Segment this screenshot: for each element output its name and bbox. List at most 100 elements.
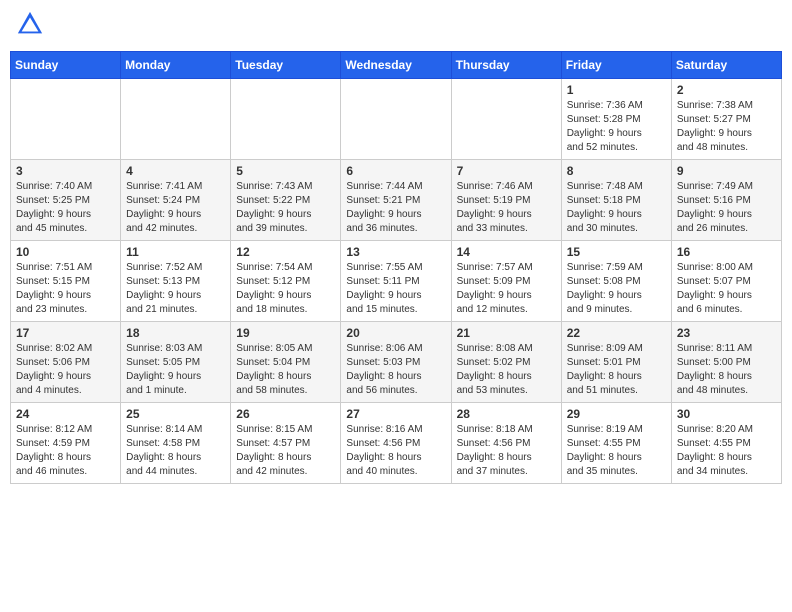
day-info: Sunrise: 7:59 AM Sunset: 5:08 PM Dayligh… <box>567 261 666 317</box>
day-number: 13 <box>346 245 445 259</box>
day-info: Sunrise: 8:15 AM Sunset: 4:57 PM Dayligh… <box>236 423 335 479</box>
calendar-day-16: 16 Sunrise: 8:00 AM Sunset: 5:07 PM Dayli… <box>671 240 781 321</box>
calendar-empty-cell <box>11 78 121 159</box>
day-number: 19 <box>236 326 335 340</box>
calendar-day-26: 26 Sunrise: 8:15 AM Sunset: 4:57 PM Dayli… <box>231 402 341 483</box>
calendar-empty-cell <box>451 78 561 159</box>
page-header <box>10 10 782 43</box>
day-info: Sunrise: 7:36 AM Sunset: 5:28 PM Dayligh… <box>567 99 666 155</box>
calendar-day-7: 7 Sunrise: 7:46 AM Sunset: 5:19 PM Daylig… <box>451 159 561 240</box>
calendar-day-4: 4 Sunrise: 7:41 AM Sunset: 5:24 PM Daylig… <box>121 159 231 240</box>
day-number: 16 <box>677 245 776 259</box>
day-info: Sunrise: 8:03 AM Sunset: 5:05 PM Dayligh… <box>126 342 225 398</box>
day-number: 30 <box>677 407 776 421</box>
day-info: Sunrise: 7:38 AM Sunset: 5:27 PM Dayligh… <box>677 99 776 155</box>
calendar-day-5: 5 Sunrise: 7:43 AM Sunset: 5:22 PM Daylig… <box>231 159 341 240</box>
calendar-empty-cell <box>121 78 231 159</box>
day-number: 27 <box>346 407 445 421</box>
day-number: 20 <box>346 326 445 340</box>
day-number: 6 <box>346 164 445 178</box>
day-number: 22 <box>567 326 666 340</box>
calendar-day-15: 15Sunrise: 7:59 AM Sunset: 5:08 PM Dayli… <box>561 240 671 321</box>
weekday-header-tuesday: Tuesday <box>231 51 341 78</box>
day-number: 14 <box>457 245 556 259</box>
day-info: Sunrise: 8:16 AM Sunset: 4:56 PM Dayligh… <box>346 423 445 479</box>
calendar-day-11: 11 Sunrise: 7:52 AM Sunset: 5:13 PM Dayli… <box>121 240 231 321</box>
day-number: 28 <box>457 407 556 421</box>
day-number: 9 <box>677 164 776 178</box>
weekday-header-thursday: Thursday <box>451 51 561 78</box>
day-info: Sunrise: 8:11 AM Sunset: 5:00 PM Dayligh… <box>677 342 776 398</box>
day-number: 24 <box>16 407 115 421</box>
calendar-week-2: 3 Sunrise: 7:40 AM Sunset: 5:25 PM Daylig… <box>11 159 782 240</box>
calendar-day-30: 30 Sunrise: 8:20 AM Sunset: 4:55 PM Dayli… <box>671 402 781 483</box>
day-number: 17 <box>16 326 115 340</box>
day-number: 1 <box>567 83 666 97</box>
calendar-day-8: 8Sunrise: 7:48 AM Sunset: 5:18 PM Daylig… <box>561 159 671 240</box>
logo-icon <box>16 10 44 38</box>
day-info: Sunrise: 7:55 AM Sunset: 5:11 PM Dayligh… <box>346 261 445 317</box>
weekday-header-sunday: Sunday <box>11 51 121 78</box>
calendar-empty-cell <box>341 78 451 159</box>
calendar-day-10: 10Sunrise: 7:51 AM Sunset: 5:15 PM Dayli… <box>11 240 121 321</box>
day-number: 29 <box>567 407 666 421</box>
day-info: Sunrise: 7:46 AM Sunset: 5:19 PM Dayligh… <box>457 180 556 236</box>
logo <box>14 10 44 43</box>
day-info: Sunrise: 8:19 AM Sunset: 4:55 PM Dayligh… <box>567 423 666 479</box>
calendar-empty-cell <box>231 78 341 159</box>
day-info: Sunrise: 7:49 AM Sunset: 5:16 PM Dayligh… <box>677 180 776 236</box>
day-info: Sunrise: 7:54 AM Sunset: 5:12 PM Dayligh… <box>236 261 335 317</box>
day-info: Sunrise: 8:08 AM Sunset: 5:02 PM Dayligh… <box>457 342 556 398</box>
calendar-table: SundayMondayTuesdayWednesdayThursdayFrid… <box>10 51 782 484</box>
weekday-header-friday: Friday <box>561 51 671 78</box>
calendar-week-4: 17 Sunrise: 8:02 AM Sunset: 5:06 PM Dayli… <box>11 321 782 402</box>
calendar-day-22: 22 Sunrise: 8:09 AM Sunset: 5:01 PM Dayli… <box>561 321 671 402</box>
calendar-day-29: 29 Sunrise: 8:19 AM Sunset: 4:55 PM Dayli… <box>561 402 671 483</box>
day-info: Sunrise: 8:12 AM Sunset: 4:59 PM Dayligh… <box>16 423 115 479</box>
calendar-week-3: 10Sunrise: 7:51 AM Sunset: 5:15 PM Dayli… <box>11 240 782 321</box>
day-info: Sunrise: 7:43 AM Sunset: 5:22 PM Dayligh… <box>236 180 335 236</box>
calendar-day-27: 27 Sunrise: 8:16 AM Sunset: 4:56 PM Dayli… <box>341 402 451 483</box>
day-number: 5 <box>236 164 335 178</box>
calendar-day-24: 24 Sunrise: 8:12 AM Sunset: 4:59 PM Dayli… <box>11 402 121 483</box>
weekday-header-wednesday: Wednesday <box>341 51 451 78</box>
weekday-header-monday: Monday <box>121 51 231 78</box>
calendar-day-3: 3 Sunrise: 7:40 AM Sunset: 5:25 PM Daylig… <box>11 159 121 240</box>
day-number: 18 <box>126 326 225 340</box>
day-number: 23 <box>677 326 776 340</box>
day-info: Sunrise: 7:51 AM Sunset: 5:15 PM Dayligh… <box>16 261 115 317</box>
day-info: Sunrise: 7:52 AM Sunset: 5:13 PM Dayligh… <box>126 261 225 317</box>
day-number: 8 <box>567 164 666 178</box>
calendar-day-6: 6 Sunrise: 7:44 AM Sunset: 5:21 PM Daylig… <box>341 159 451 240</box>
day-info: Sunrise: 8:18 AM Sunset: 4:56 PM Dayligh… <box>457 423 556 479</box>
day-number: 3 <box>16 164 115 178</box>
calendar-day-23: 23 Sunrise: 8:11 AM Sunset: 5:00 PM Dayli… <box>671 321 781 402</box>
calendar-day-17: 17 Sunrise: 8:02 AM Sunset: 5:06 PM Dayli… <box>11 321 121 402</box>
calendar-body: 1 Sunrise: 7:36 AM Sunset: 5:28 PM Daylig… <box>11 78 782 483</box>
calendar-day-18: 18 Sunrise: 8:03 AM Sunset: 5:05 PM Dayli… <box>121 321 231 402</box>
day-info: Sunrise: 8:06 AM Sunset: 5:03 PM Dayligh… <box>346 342 445 398</box>
calendar-day-20: 20 Sunrise: 8:06 AM Sunset: 5:03 PM Dayli… <box>341 321 451 402</box>
day-info: Sunrise: 8:20 AM Sunset: 4:55 PM Dayligh… <box>677 423 776 479</box>
calendar-header-row: SundayMondayTuesdayWednesdayThursdayFrid… <box>11 51 782 78</box>
day-info: Sunrise: 8:14 AM Sunset: 4:58 PM Dayligh… <box>126 423 225 479</box>
day-number: 12 <box>236 245 335 259</box>
day-info: Sunrise: 7:41 AM Sunset: 5:24 PM Dayligh… <box>126 180 225 236</box>
calendar-day-21: 21Sunrise: 8:08 AM Sunset: 5:02 PM Dayli… <box>451 321 561 402</box>
calendar-day-25: 25Sunrise: 8:14 AM Sunset: 4:58 PM Dayli… <box>121 402 231 483</box>
calendar-day-12: 12 Sunrise: 7:54 AM Sunset: 5:12 PM Dayli… <box>231 240 341 321</box>
day-info: Sunrise: 8:09 AM Sunset: 5:01 PM Dayligh… <box>567 342 666 398</box>
calendar-week-5: 24 Sunrise: 8:12 AM Sunset: 4:59 PM Dayli… <box>11 402 782 483</box>
day-number: 4 <box>126 164 225 178</box>
day-info: Sunrise: 8:02 AM Sunset: 5:06 PM Dayligh… <box>16 342 115 398</box>
calendar-day-2: 2Sunrise: 7:38 AM Sunset: 5:27 PM Daylig… <box>671 78 781 159</box>
day-number: 11 <box>126 245 225 259</box>
day-number: 26 <box>236 407 335 421</box>
day-info: Sunrise: 7:40 AM Sunset: 5:25 PM Dayligh… <box>16 180 115 236</box>
calendar-day-14: 14Sunrise: 7:57 AM Sunset: 5:09 PM Dayli… <box>451 240 561 321</box>
weekday-header-saturday: Saturday <box>671 51 781 78</box>
day-info: Sunrise: 7:44 AM Sunset: 5:21 PM Dayligh… <box>346 180 445 236</box>
calendar-day-28: 28 Sunrise: 8:18 AM Sunset: 4:56 PM Dayli… <box>451 402 561 483</box>
day-number: 7 <box>457 164 556 178</box>
day-info: Sunrise: 8:00 AM Sunset: 5:07 PM Dayligh… <box>677 261 776 317</box>
